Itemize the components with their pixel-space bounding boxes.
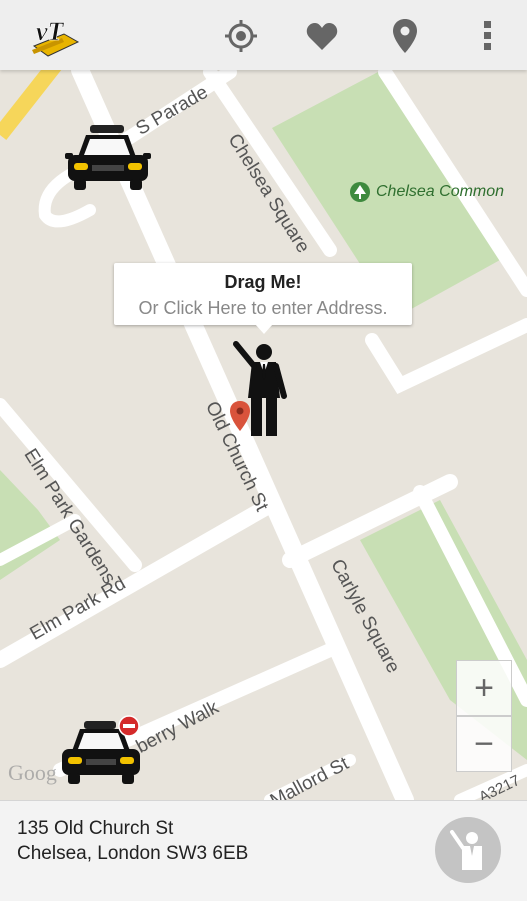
map-attribution: Goog xyxy=(8,760,57,785)
favorites-icon[interactable] xyxy=(300,14,344,58)
address-line-2: Chelsea, London SW3 6EB xyxy=(17,843,249,864)
taxi-marker[interactable] xyxy=(64,125,152,196)
unavailable-taxi-marker[interactable] xyxy=(60,715,144,790)
app-logo-icon[interactable]: vT xyxy=(28,12,82,58)
overflow-menu-icon[interactable] xyxy=(466,14,510,58)
park-tree-icon xyxy=(350,182,370,202)
map-view[interactable]: S Parade Chelsea Square Old Church St El… xyxy=(0,70,527,800)
locate-icon[interactable] xyxy=(219,14,263,58)
zoom-in-button[interactable]: + xyxy=(456,660,512,716)
park-name: Chelsea Common xyxy=(376,183,505,200)
no-entry-icon xyxy=(118,715,140,742)
callout-title: Drag Me! xyxy=(224,272,302,292)
zoom-out-button[interactable]: − xyxy=(456,716,512,772)
address-line-1: 135 Old Church St xyxy=(17,818,174,839)
app-toolbar: vT xyxy=(0,0,527,70)
logo-text: vT xyxy=(36,17,65,46)
location-pin-icon xyxy=(229,400,251,437)
hail-person-icon xyxy=(450,830,482,870)
place-pin-icon[interactable] xyxy=(383,14,427,58)
drag-me-callout[interactable]: Drag Me! Or Click Here to enter Address. xyxy=(114,263,412,334)
hail-taxi-button[interactable] xyxy=(435,817,501,883)
callout-subtitle: Or Click Here to enter Address. xyxy=(138,298,388,318)
park-label: Chelsea Common xyxy=(350,182,504,202)
